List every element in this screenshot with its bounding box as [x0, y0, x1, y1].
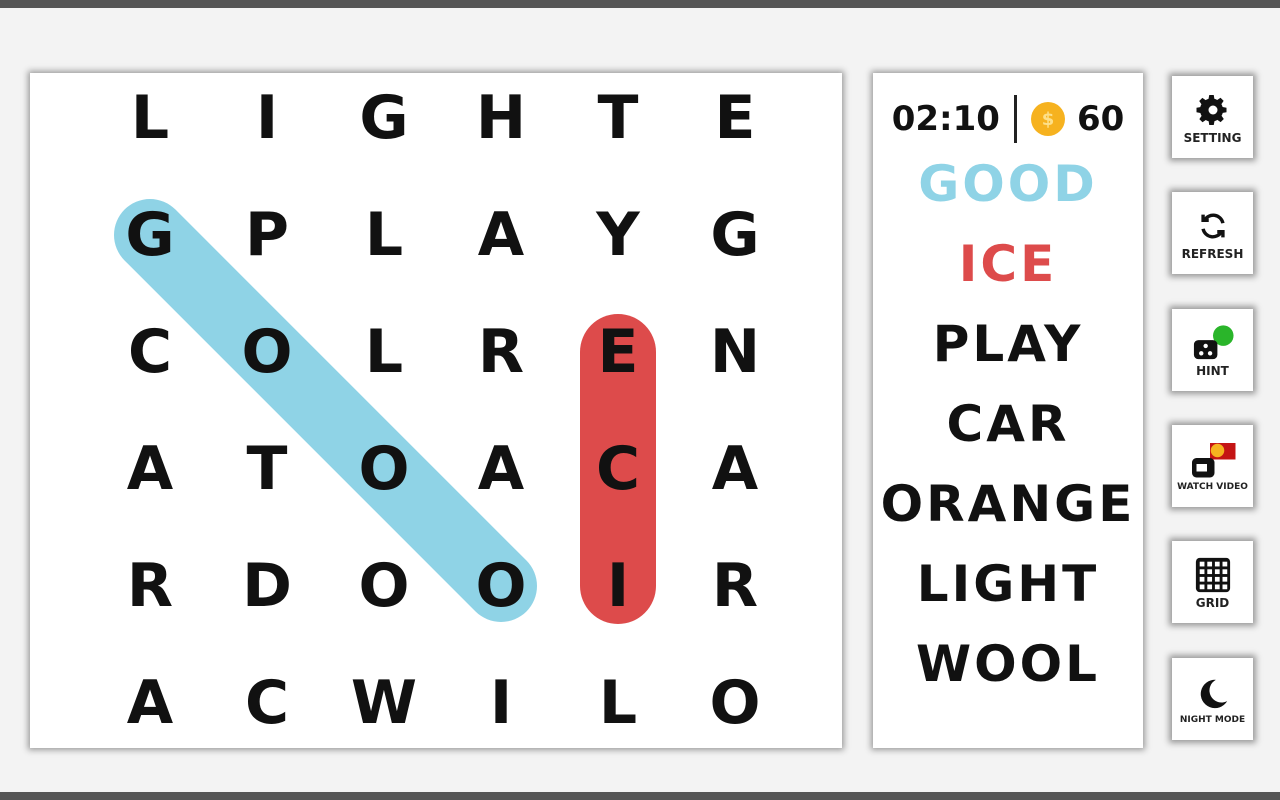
grid-cell[interactable]: D	[217, 536, 317, 636]
grid-cell[interactable]: Y	[568, 185, 668, 285]
grid-cell[interactable]: O	[334, 419, 434, 519]
grid-cell[interactable]: W	[334, 653, 434, 753]
grid-cell[interactable]: P	[217, 185, 317, 285]
coin-count: 60	[1076, 99, 1125, 139]
word-list-panel: 02:10 $ 60 GOOD ICE PLAY CAR ORANGE LIGHT WOOL	[873, 73, 1143, 748]
button-label: NIGHT MODE	[1179, 715, 1246, 725]
grid-cell[interactable]: A	[100, 419, 200, 519]
grid-icon	[1194, 554, 1232, 596]
word-item: PLAY	[932, 315, 1084, 373]
gear-icon	[1195, 89, 1231, 131]
grid-cell[interactable]: O	[451, 536, 551, 636]
button-label: SETTING	[1183, 131, 1242, 145]
grid-cell[interactable]: O	[217, 302, 317, 402]
word-item: WOOL	[915, 635, 1101, 693]
grid-cell[interactable]: C	[568, 419, 668, 519]
grid-cell[interactable]: E	[568, 302, 668, 402]
word-item: CAR	[946, 395, 1070, 453]
moon-icon	[1196, 673, 1230, 715]
word-item: LIGHT	[916, 555, 1100, 613]
grid-cell[interactable]: H	[451, 68, 551, 168]
grid-cell[interactable]: I	[568, 536, 668, 636]
grid-cell[interactable]: R	[100, 536, 200, 636]
word-grid[interactable]: LIGHTEGPLAYGCOLRENATOACARDOOIRACWILO	[30, 73, 842, 748]
button-label: HINT	[1196, 364, 1229, 378]
night-mode-button[interactable]: NIGHT MODE	[1172, 658, 1253, 740]
grid-cell[interactable]: A	[685, 419, 785, 519]
video-camera-icon	[1189, 440, 1237, 482]
grid-button[interactable]: GRID	[1172, 541, 1253, 623]
grid-cell[interactable]: A	[100, 653, 200, 753]
word-item: ICE	[958, 235, 1058, 293]
grid-cell[interactable]: I	[451, 653, 551, 753]
status-bar: 02:10 $ 60	[873, 95, 1143, 143]
grid-cell[interactable]: T	[568, 68, 668, 168]
grid-cell[interactable]: R	[451, 302, 551, 402]
refresh-button[interactable]: REFRESH	[1172, 192, 1253, 274]
grid-cell[interactable]: L	[100, 68, 200, 168]
grid-cell[interactable]: L	[568, 653, 668, 753]
grid-cell[interactable]: C	[217, 653, 317, 753]
highlights-layer	[114, 199, 656, 624]
grid-cell[interactable]: G	[685, 185, 785, 285]
grid-cell[interactable]: O	[685, 653, 785, 753]
grid-cell[interactable]: A	[451, 419, 551, 519]
grid-cell[interactable]: L	[334, 185, 434, 285]
button-label: REFRESH	[1181, 247, 1244, 261]
found-word-highlight	[114, 199, 537, 622]
grid-cell[interactable]: O	[334, 536, 434, 636]
hint-button[interactable]: HINT	[1172, 309, 1253, 391]
grid-cell[interactable]: E	[685, 68, 785, 168]
word-item: GOOD	[918, 155, 1098, 213]
button-label: WATCH VIDEO	[1177, 482, 1248, 492]
divider	[1013, 95, 1017, 143]
grid-cell[interactable]: I	[217, 68, 317, 168]
word-item: ORANGE	[880, 475, 1136, 533]
grid-cell[interactable]: C	[100, 302, 200, 402]
grid-cell[interactable]: L	[334, 302, 434, 402]
grid-cell[interactable]: N	[685, 302, 785, 402]
grid-cell[interactable]: A	[451, 185, 551, 285]
hint-icon	[1191, 322, 1235, 364]
refresh-icon	[1196, 205, 1230, 247]
grid-cell[interactable]: T	[217, 419, 317, 519]
grid-cell[interactable]: R	[685, 536, 785, 636]
timer: 02:10	[891, 99, 1000, 139]
grid-cell[interactable]: G	[100, 185, 200, 285]
button-label: GRID	[1195, 596, 1230, 610]
grid-cell[interactable]: G	[334, 68, 434, 168]
watch-video-button[interactable]: WATCH VIDEO	[1172, 425, 1253, 507]
coin-icon: $	[1030, 102, 1065, 136]
setting-button[interactable]: SETTING	[1172, 76, 1253, 158]
